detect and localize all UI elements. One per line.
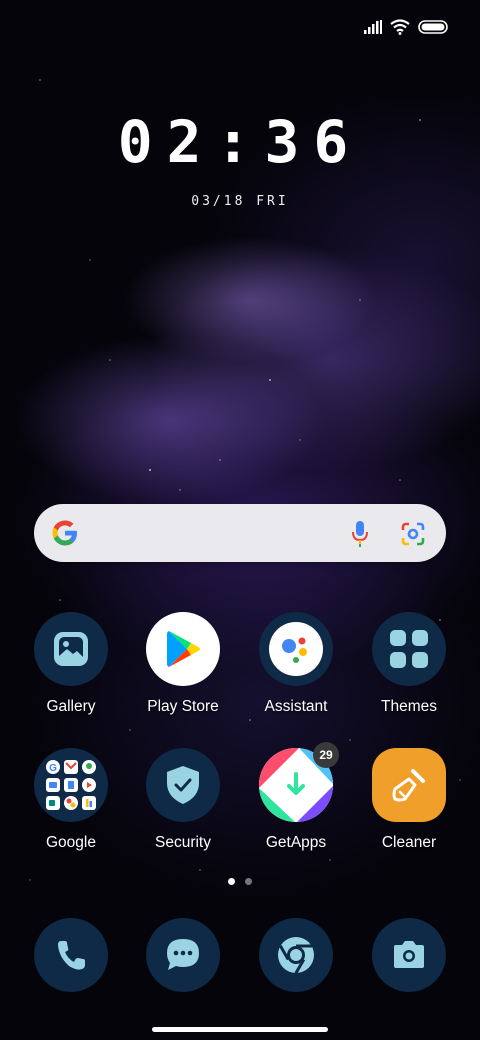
page-dot-active[interactable]	[228, 878, 235, 885]
app-getapps[interactable]: 29 GetApps	[241, 742, 351, 852]
app-google-folder[interactable]: G Google	[16, 748, 126, 852]
gallery-icon	[34, 612, 108, 686]
security-shield-icon	[146, 748, 220, 822]
app-label: Assistant	[264, 698, 328, 715]
app-gallery[interactable]: Gallery	[16, 612, 126, 716]
app-label: Google	[46, 834, 96, 851]
camera-icon	[394, 941, 424, 968]
microphone-icon[interactable]	[352, 521, 368, 547]
chrome-icon	[278, 937, 314, 974]
clock-time[interactable]: 02:36	[0, 108, 480, 176]
app-label: Themes	[381, 698, 437, 715]
dock-messages[interactable]	[146, 918, 220, 992]
status-bar	[364, 14, 450, 40]
notification-badge: 29	[313, 742, 339, 768]
svg-text:G: G	[49, 763, 57, 774]
app-label: Security	[155, 834, 211, 851]
dock-chrome[interactable]	[259, 918, 333, 992]
app-assistant[interactable]: Assistant	[241, 612, 351, 716]
google-lens-icon[interactable]	[400, 522, 426, 546]
cleaner-brush-icon	[372, 748, 446, 822]
clock-date: 03/18 FRI	[191, 194, 289, 209]
dock-phone[interactable]	[34, 918, 108, 992]
home-gesture-bar[interactable]	[152, 1027, 328, 1032]
page-indicator	[0, 878, 480, 885]
battery-icon	[418, 20, 448, 34]
app-themes[interactable]: Themes	[354, 612, 464, 716]
wifi-icon	[390, 19, 410, 35]
google-logo-icon	[52, 520, 77, 546]
app-cleaner[interactable]: Cleaner	[354, 748, 464, 852]
app-play-store[interactable]: Play Store	[128, 612, 238, 716]
phone-icon	[58, 941, 85, 970]
themes-icon	[372, 612, 446, 686]
app-label: GetApps	[265, 834, 327, 851]
signal-icon	[364, 20, 382, 34]
messages-icon	[167, 939, 199, 970]
assistant-icon	[259, 612, 333, 686]
dock-camera[interactable]	[372, 918, 446, 992]
google-folder-icon: G	[34, 748, 108, 822]
app-label: Play Store	[147, 698, 219, 715]
google-search-bar[interactable]	[34, 504, 446, 562]
page-dot[interactable]	[245, 878, 252, 885]
app-security[interactable]: Security	[128, 748, 238, 852]
getapps-icon: 29	[259, 742, 339, 822]
app-label: Gallery	[46, 698, 96, 715]
app-label: Cleaner	[381, 834, 437, 851]
play-store-icon	[146, 612, 220, 686]
